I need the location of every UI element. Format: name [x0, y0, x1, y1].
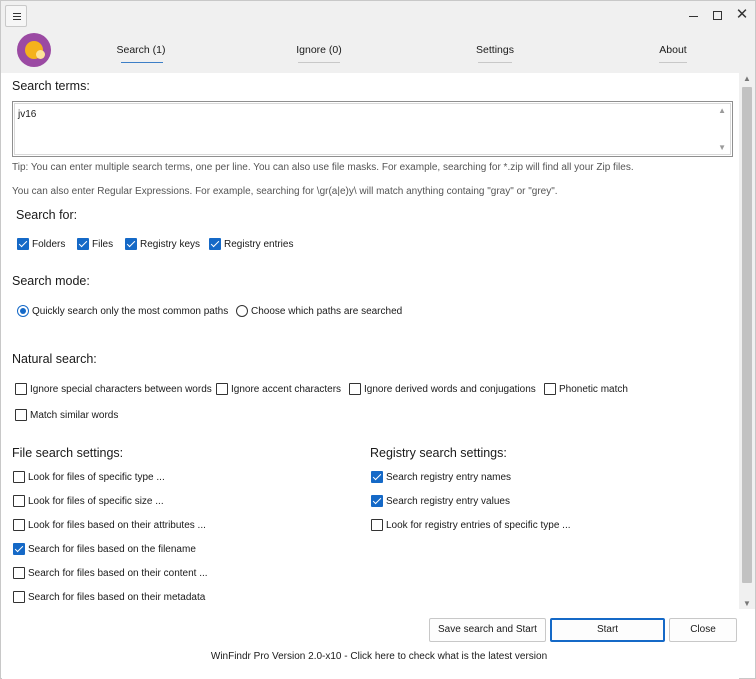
close-window-button[interactable]: ✕ [729, 5, 755, 27]
registry-type-label[interactable]: Look for registry entries of specific ty… [386, 520, 571, 531]
search-panel: Search terms: jv16 ▲ ▼ Tip: You can ente… [2, 73, 739, 679]
tab-search[interactable]: Search (1) [105, 44, 177, 56]
choose-paths-radio[interactable] [236, 305, 248, 317]
files-checkbox[interactable] [77, 238, 89, 250]
file-metadata-label[interactable]: Search for files based on their metadata [28, 592, 205, 603]
search-terms-input[interactable]: jv16 ▲ ▼ [12, 101, 733, 157]
folders-label[interactable]: Folders [32, 239, 65, 250]
menu-icon-line [13, 13, 21, 14]
filename-label[interactable]: Search for files based on the filename [28, 544, 196, 555]
scrollbar-thumb[interactable] [742, 87, 752, 583]
version-link[interactable]: WinFindr Pro Version 2.0-x10 - Click her… [1, 651, 756, 662]
files-label[interactable]: Files [92, 239, 113, 250]
maximize-button[interactable] [705, 5, 731, 27]
close-icon: ✕ [735, 6, 749, 23]
ignore-special-chars-label[interactable]: Ignore special characters between words [30, 384, 212, 395]
tab-settings-underline [478, 62, 512, 63]
match-similar-label[interactable]: Match similar words [30, 410, 118, 421]
tab-about-underline [659, 62, 687, 63]
start-button[interactable]: Start [550, 618, 665, 642]
menu-button[interactable] [5, 5, 27, 27]
phonetic-match-checkbox[interactable] [544, 383, 556, 395]
registry-entries-label[interactable]: Registry entries [224, 239, 293, 250]
file-settings-label: File search settings: [12, 446, 124, 460]
app-window: ✕ Search (1) Ignore (0) Settings About S… [0, 0, 756, 679]
app-logo [17, 33, 51, 67]
minimize-button[interactable] [681, 5, 707, 27]
choose-paths-label[interactable]: Choose which paths are searched [251, 306, 402, 317]
search-terms-value: jv16 [18, 109, 37, 120]
registry-values-label[interactable]: Search registry entry values [386, 496, 510, 507]
registry-entries-checkbox[interactable] [209, 238, 221, 250]
save-and-start-button[interactable]: Save search and Start [429, 618, 546, 642]
ignore-special-chars-checkbox[interactable] [15, 383, 27, 395]
search-tip-regex: You can also enter Regular Expressions. … [12, 186, 558, 197]
scroll-down-icon[interactable]: ▼ [743, 599, 751, 608]
quick-search-radio[interactable] [17, 305, 29, 317]
file-size-checkbox[interactable] [13, 495, 25, 507]
search-terms-label: Search terms: [12, 79, 90, 93]
match-similar-checkbox[interactable] [15, 409, 27, 421]
file-size-label[interactable]: Look for files of specific size ... [28, 496, 164, 507]
phonetic-match-label[interactable]: Phonetic match [559, 384, 628, 395]
registry-keys-label[interactable]: Registry keys [140, 239, 200, 250]
ignore-derived-checkbox[interactable] [349, 383, 361, 395]
ignore-derived-label[interactable]: Ignore derived words and conjugations [364, 384, 536, 395]
search-tip-masks: Tip: You can enter multiple search terms… [12, 162, 634, 173]
menu-icon-line [13, 19, 21, 20]
search-for-label: Search for: [16, 208, 78, 222]
maximize-icon [713, 11, 722, 20]
textarea-scroll-up-icon[interactable]: ▲ [718, 106, 726, 115]
close-button[interactable]: Close [669, 618, 737, 642]
tab-search-underline [121, 62, 163, 63]
registry-names-label[interactable]: Search registry entry names [386, 472, 511, 483]
file-metadata-checkbox[interactable] [13, 591, 25, 603]
title-bar: ✕ Search (1) Ignore (0) Settings About [1, 1, 755, 73]
tab-settings[interactable]: Settings [459, 44, 531, 56]
registry-names-checkbox[interactable] [371, 471, 383, 483]
scroll-up-icon[interactable]: ▲ [743, 74, 751, 83]
menu-icon-line [13, 16, 21, 17]
vertical-scrollbar[interactable]: ▲ ▼ [739, 73, 755, 609]
file-content-checkbox[interactable] [13, 567, 25, 579]
natural-search-label: Natural search: [12, 352, 97, 366]
logo-highlight [36, 50, 45, 59]
minimize-icon [689, 16, 698, 17]
registry-settings-label: Registry search settings: [370, 446, 507, 460]
logo-inner-circle [25, 41, 45, 59]
search-terms-inner: jv16 ▲ ▼ [14, 103, 731, 155]
registry-keys-checkbox[interactable] [125, 238, 137, 250]
search-mode-label: Search mode: [12, 274, 90, 288]
ignore-accent-checkbox[interactable] [216, 383, 228, 395]
registry-type-checkbox[interactable] [371, 519, 383, 531]
quick-search-label[interactable]: Quickly search only the most common path… [32, 306, 228, 317]
file-content-label[interactable]: Search for files based on their content … [28, 568, 208, 579]
file-type-label[interactable]: Look for files of specific type ... [28, 472, 165, 483]
file-attributes-label[interactable]: Look for files based on their attributes… [28, 520, 206, 531]
ignore-accent-label[interactable]: Ignore accent characters [231, 384, 341, 395]
tab-ignore[interactable]: Ignore (0) [283, 44, 355, 56]
registry-values-checkbox[interactable] [371, 495, 383, 507]
file-type-checkbox[interactable] [13, 471, 25, 483]
folders-checkbox[interactable] [17, 238, 29, 250]
filename-checkbox[interactable] [13, 543, 25, 555]
tab-ignore-underline [298, 62, 340, 63]
textarea-scroll-down-icon[interactable]: ▼ [718, 143, 726, 152]
tab-about[interactable]: About [637, 44, 709, 56]
file-attributes-checkbox[interactable] [13, 519, 25, 531]
